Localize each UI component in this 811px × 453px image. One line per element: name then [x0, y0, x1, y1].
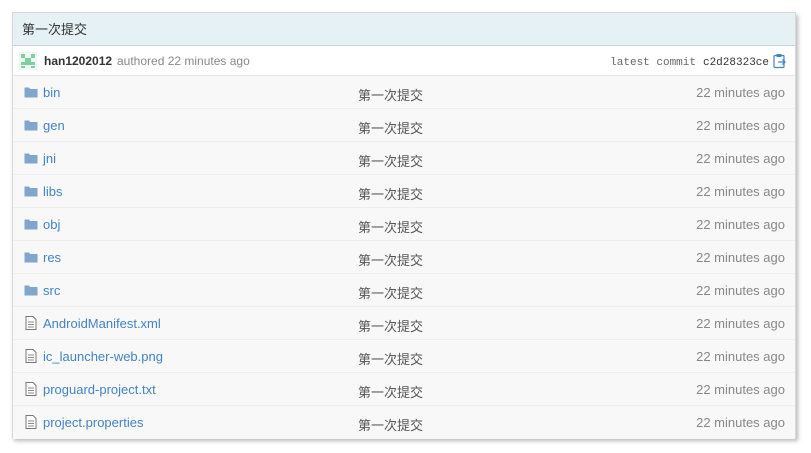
folder-icon [24, 151, 38, 165]
file-age: 22 minutes ago [696, 184, 785, 199]
file-age: 22 minutes ago [696, 349, 785, 364]
file-name-link[interactable]: src [43, 283, 60, 298]
folder-icon [24, 85, 38, 99]
file-age: 22 minutes ago [696, 382, 785, 397]
file-row[interactable]: proguard-project.txt 第一次提交 22 minutes ago [13, 373, 795, 406]
clipboard-icon[interactable] [773, 53, 787, 69]
commit-meta: han1202012 authored 22 minutes ago lates… [13, 46, 795, 76]
file-name-link[interactable]: obj [43, 217, 60, 232]
file-commit-message[interactable]: 第一次提交 [358, 316, 423, 335]
file-name-link[interactable]: ic_launcher-web.png [43, 349, 163, 364]
file-name-link[interactable]: bin [43, 85, 60, 100]
file-name-link[interactable]: project.properties [43, 415, 143, 430]
file-age: 22 minutes ago [696, 151, 785, 166]
file-commit-message[interactable]: 第一次提交 [358, 415, 423, 434]
avatar[interactable] [19, 52, 37, 70]
file-icon [24, 382, 38, 396]
file-row[interactable]: res 第一次提交 22 minutes ago [13, 241, 795, 274]
commit-sha[interactable]: c2d28323ce [703, 57, 769, 69]
file-icon [24, 415, 38, 429]
file-age: 22 minutes ago [696, 250, 785, 265]
file-row[interactable]: libs 第一次提交 22 minutes ago [13, 175, 795, 208]
file-list: bin 第一次提交 22 minutes ago gen 第一次提交 22 minutes… [13, 76, 795, 439]
file-name-link[interactable]: jni [43, 151, 56, 166]
file-row[interactable]: obj 第一次提交 22 minutes ago [13, 208, 795, 241]
file-commit-message[interactable]: 第一次提交 [358, 118, 423, 137]
file-row[interactable]: bin 第一次提交 22 minutes ago [13, 76, 795, 109]
file-commit-message[interactable]: 第一次提交 [358, 85, 423, 104]
file-row[interactable]: AndroidManifest.xml 第一次提交 22 minutes ago [13, 307, 795, 340]
file-browser: 第一次提交 han1202012 authored 22 minutes ago… [12, 12, 796, 439]
commit-author[interactable]: han1202012 [44, 54, 112, 68]
latest-commit-label: latest commit [610, 57, 696, 69]
file-commit-message[interactable]: 第一次提交 [358, 349, 423, 368]
file-age: 22 minutes ago [696, 118, 785, 133]
folder-icon [24, 118, 38, 132]
folder-icon [24, 217, 38, 231]
file-commit-message[interactable]: 第一次提交 [358, 283, 423, 302]
file-name-link[interactable]: proguard-project.txt [43, 382, 156, 397]
file-age: 22 minutes ago [696, 316, 785, 331]
commit-title[interactable]: 第一次提交 [13, 13, 795, 46]
file-row[interactable]: jni 第一次提交 22 minutes ago [13, 142, 795, 175]
commit-time: authored 22 minutes ago [117, 54, 250, 68]
file-commit-message[interactable]: 第一次提交 [358, 382, 423, 401]
file-commit-message[interactable]: 第一次提交 [358, 184, 423, 203]
folder-icon [24, 184, 38, 198]
file-name-link[interactable]: AndroidManifest.xml [43, 316, 161, 331]
file-icon [24, 349, 38, 363]
file-commit-message[interactable]: 第一次提交 [358, 151, 423, 170]
file-name-link[interactable]: gen [43, 118, 65, 133]
file-row[interactable]: ic_launcher-web.png 第一次提交 22 minutes ago [13, 340, 795, 373]
file-age: 22 minutes ago [696, 415, 785, 430]
identicon-icon [19, 52, 37, 70]
file-age: 22 minutes ago [696, 283, 785, 298]
file-row[interactable]: project.properties 第一次提交 22 minutes ago [13, 406, 795, 439]
file-row[interactable]: gen 第一次提交 22 minutes ago [13, 109, 795, 142]
file-row[interactable]: src 第一次提交 22 minutes ago [13, 274, 795, 307]
folder-icon [24, 250, 38, 264]
file-name-link[interactable]: res [43, 250, 61, 265]
file-age: 22 minutes ago [696, 85, 785, 100]
file-name-link[interactable]: libs [43, 184, 63, 199]
file-age: 22 minutes ago [696, 217, 785, 232]
file-commit-message[interactable]: 第一次提交 [358, 250, 423, 269]
file-icon [24, 316, 38, 330]
folder-icon [24, 283, 38, 297]
file-commit-message[interactable]: 第一次提交 [358, 217, 423, 236]
